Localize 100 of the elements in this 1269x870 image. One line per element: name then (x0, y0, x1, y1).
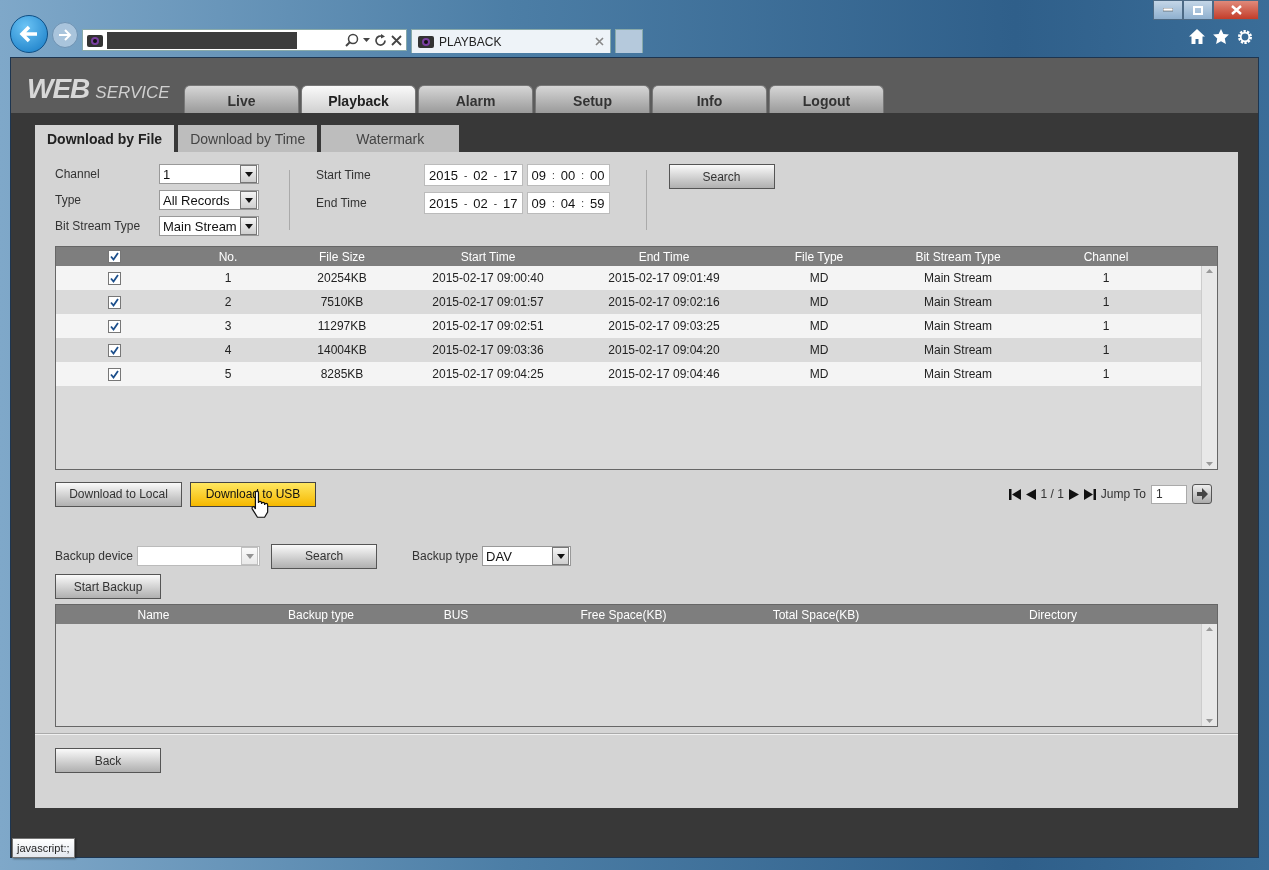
caret-icon[interactable] (363, 38, 370, 42)
back-arrow-button[interactable] (10, 15, 48, 53)
search-button[interactable]: Search (271, 543, 378, 569)
table-cell-text: MD (808, 295, 830, 309)
checkbox[interactable] (107, 343, 121, 357)
table-cell-text: 1 (1101, 343, 1111, 357)
home-icon[interactable] (1189, 29, 1205, 44)
table-cell-text: Main Stream (923, 319, 993, 333)
time-field[interactable]: 09 : 00 : 00 (526, 164, 610, 186)
table-cell-text: 20254KB (316, 271, 368, 285)
column-header: Total Space(KB) (771, 607, 861, 622)
table-cell-text: 2015-02-17 09:00:40 (431, 271, 545, 285)
previous-page-icon[interactable] (1025, 488, 1036, 500)
column-header: Channel (1082, 249, 1130, 264)
column-header: Start Time (459, 249, 517, 264)
table-cell-text: 4 (223, 343, 233, 357)
jump-field[interactable]: 1 (1151, 484, 1187, 504)
minimize-button[interactable] (1153, 0, 1183, 20)
nav-tab[interactable]: Live (184, 85, 299, 113)
date-field[interactable]: 2015 - 02 - 17 (424, 164, 523, 186)
select-field[interactable] (137, 546, 261, 566)
browser-tab[interactable]: PLAYBACK (411, 29, 611, 53)
nav-tab[interactable]: Setup (535, 85, 650, 113)
forward-arrow-button[interactable] (52, 22, 78, 48)
checkbox[interactable] (107, 250, 121, 263)
close-icon[interactable] (391, 34, 402, 46)
table-cell-text: 14004KB (316, 343, 368, 357)
go-button[interactable] (1192, 484, 1212, 504)
settings-icon[interactable] (1237, 29, 1253, 45)
search-button[interactable]: Search (668, 164, 775, 189)
table-cell-text: 2015-02-17 09:03:25 (607, 319, 721, 333)
refresh-icon[interactable] (374, 33, 387, 47)
right-arrow-icon (1196, 488, 1208, 500)
sub-tab[interactable]: Watermark (321, 125, 460, 152)
table-cell-text: 2015-02-17 09:01:49 (607, 271, 721, 285)
checkbox[interactable] (107, 367, 121, 381)
table-cell-text: 3 (223, 319, 233, 333)
search-icon[interactable] (345, 33, 359, 47)
table-cell-text: 7510KB (319, 295, 365, 309)
checkbox[interactable] (107, 271, 121, 285)
download-button[interactable]: Download to Local (55, 481, 182, 507)
time-field[interactable]: 09 : 04 : 59 (526, 192, 610, 214)
close-button[interactable] (1213, 0, 1259, 20)
column-header: BUS (442, 607, 470, 622)
close-icon (1230, 5, 1242, 15)
field-label: Backup device (55, 549, 134, 563)
select-field[interactable]: 1 (159, 164, 259, 184)
table-cell-text: 2015-02-17 09:04:46 (607, 367, 721, 381)
column-header: No. (217, 249, 239, 264)
column-header: Free Space(KB) (579, 607, 668, 622)
table-cell-text: MD (808, 319, 830, 333)
column-header: Bit Stream Type (914, 249, 1002, 264)
column-header: File Type (793, 249, 845, 264)
nav-tab[interactable]: Playback (301, 85, 416, 113)
address-bar[interactable] (82, 29, 407, 51)
table-cell-text: 1 (1101, 295, 1111, 309)
sub-tab[interactable]: Download by File (35, 125, 175, 152)
column-header: Directory (1028, 607, 1078, 622)
first-page-icon[interactable] (1008, 488, 1021, 500)
checkbox[interactable] (107, 295, 121, 309)
nav-tab[interactable]: Info (652, 85, 767, 113)
last-page-icon[interactable] (1083, 488, 1096, 500)
column-header: Name (136, 607, 171, 622)
column-header: File Size (318, 249, 366, 264)
star-icon[interactable] (1213, 29, 1229, 44)
table-cell-text: MD (808, 367, 830, 381)
field-label: Start Time (316, 167, 372, 184)
sub-tab[interactable]: Download by Time (178, 125, 318, 152)
start-backup-button[interactable]: Start Backup (55, 574, 161, 599)
nav-tab[interactable]: Logout (769, 85, 884, 113)
table-cell-text: 1 (1101, 367, 1111, 381)
table-cell-text: 2 (223, 295, 233, 309)
table-cell-text: 11297KB (316, 319, 368, 333)
table-cell-text: MD (808, 343, 830, 357)
date-field[interactable]: 2015 - 02 - 17 (424, 192, 523, 214)
minimize-icon (1163, 8, 1173, 12)
table-cell-text: 2015-02-17 09:01:57 (431, 295, 545, 309)
table-cell-text: 2015-02-17 09:02:51 (431, 319, 545, 333)
next-page-icon[interactable] (1068, 488, 1079, 500)
table-cell-text: 8285KB (319, 367, 365, 381)
maximize-button[interactable] (1183, 0, 1213, 20)
maximize-icon (1193, 5, 1203, 15)
jump-label: Jump To (1100, 487, 1146, 501)
table-cell-text: 2015-02-17 09:02:16 (607, 295, 721, 309)
table-cell-text: Main Stream (923, 295, 993, 309)
right-arrow-icon (58, 29, 72, 41)
nav-tab[interactable]: Alarm (418, 85, 533, 113)
logo-text: WEB (27, 73, 90, 105)
select-field[interactable]: Main Stream (159, 216, 259, 236)
table-cell-text: MD (808, 271, 830, 285)
checkbox[interactable] (107, 319, 121, 333)
table-cell-text: 5 (223, 367, 233, 381)
table-cell-text: 2015-02-17 09:04:25 (431, 367, 545, 381)
table-cell-text: 2015-02-17 09:03:36 (431, 343, 545, 357)
select-field[interactable]: DAV (482, 546, 572, 566)
back-button[interactable]: Back (55, 748, 161, 773)
table-cell-text: Main Stream (923, 367, 993, 381)
select-field[interactable]: All Records (159, 190, 259, 210)
camera-icon (87, 33, 103, 47)
column-header: Backup type (286, 607, 355, 622)
